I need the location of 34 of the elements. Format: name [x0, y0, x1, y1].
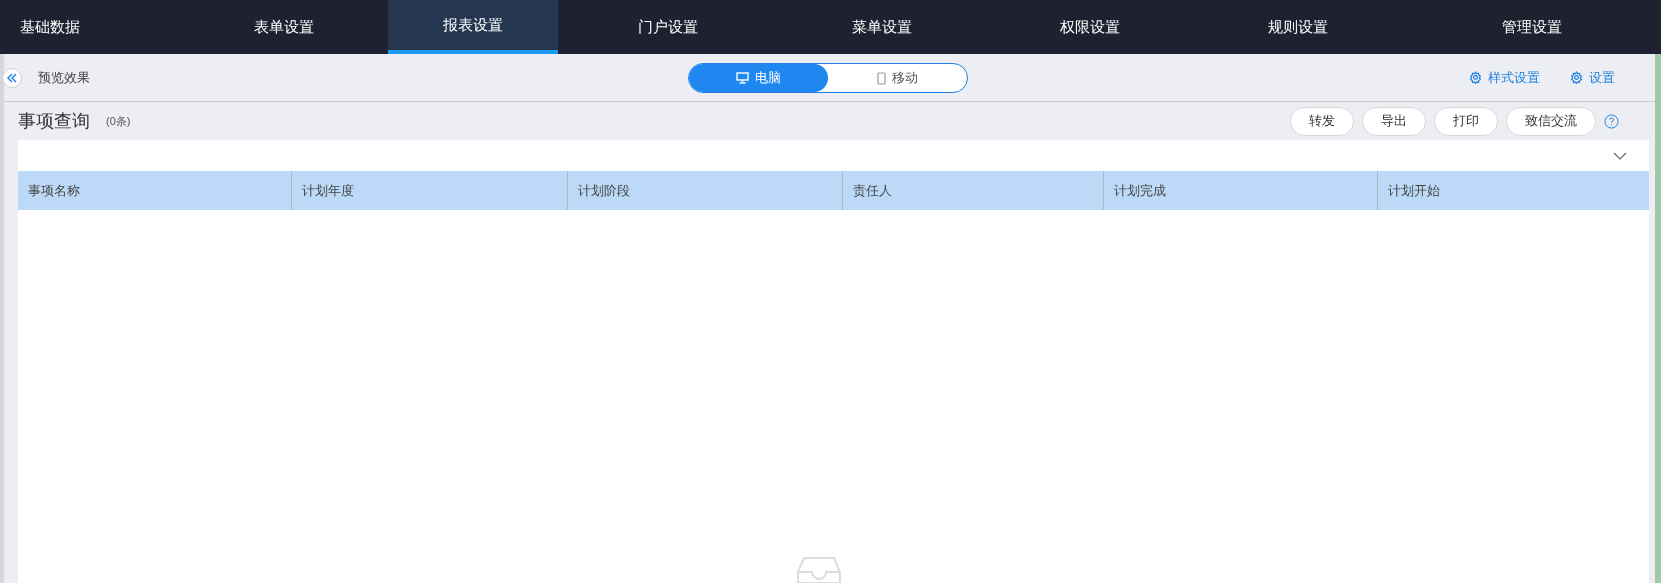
action-button[interactable]: 导出 — [1362, 106, 1426, 136]
column-header: 计划完成 — [1103, 171, 1377, 210]
nav-tab[interactable]: 表单设置 — [180, 0, 388, 54]
settings-icon — [1570, 71, 1583, 84]
action-button[interactable]: 致信交流 — [1506, 106, 1596, 136]
nav-tab[interactable]: 权限设置 — [986, 0, 1194, 54]
device-tab[interactable]: 移动 — [828, 64, 967, 92]
action-button[interactable]: 打印 — [1434, 106, 1498, 136]
nav-tab[interactable]: 基础数据 — [0, 0, 180, 54]
column-header: 责任人 — [842, 171, 1103, 210]
nav-tab[interactable]: 报表设置 — [388, 0, 558, 54]
settings-icon — [1469, 71, 1482, 84]
empty-tray-icon — [795, 557, 842, 583]
column-header: 计划开始 — [1377, 171, 1649, 210]
record-count: (0条) — [106, 113, 131, 129]
action-button[interactable]: 转发 — [1290, 106, 1354, 136]
settings-link[interactable]: 样式设置 — [1469, 67, 1540, 88]
settings-link[interactable]: 设置 — [1570, 67, 1615, 88]
column-header: 事项名称 — [27, 181, 81, 200]
nav-tab[interactable]: 门户设置 — [558, 0, 778, 54]
nav-tab[interactable]: 规则设置 — [1194, 0, 1402, 54]
nav-tab[interactable]: 菜单设置 — [778, 0, 986, 54]
phone-icon — [877, 71, 886, 85]
page-title: 预览效果 — [38, 68, 90, 87]
report-title: 事项查询 — [18, 109, 90, 133]
chevron-down-icon[interactable] — [1613, 151, 1627, 160]
device-tab[interactable]: 电脑 — [689, 64, 828, 92]
column-header: 计划年度 — [291, 171, 567, 210]
nav-tab[interactable]: 管理设置 — [1402, 0, 1661, 54]
column-header: 计划阶段 — [567, 171, 842, 210]
double-chevron-left-icon — [7, 72, 17, 83]
help-icon[interactable] — [1604, 113, 1619, 129]
monitor-icon — [736, 72, 749, 84]
collapse-button[interactable] — [2, 67, 22, 88]
